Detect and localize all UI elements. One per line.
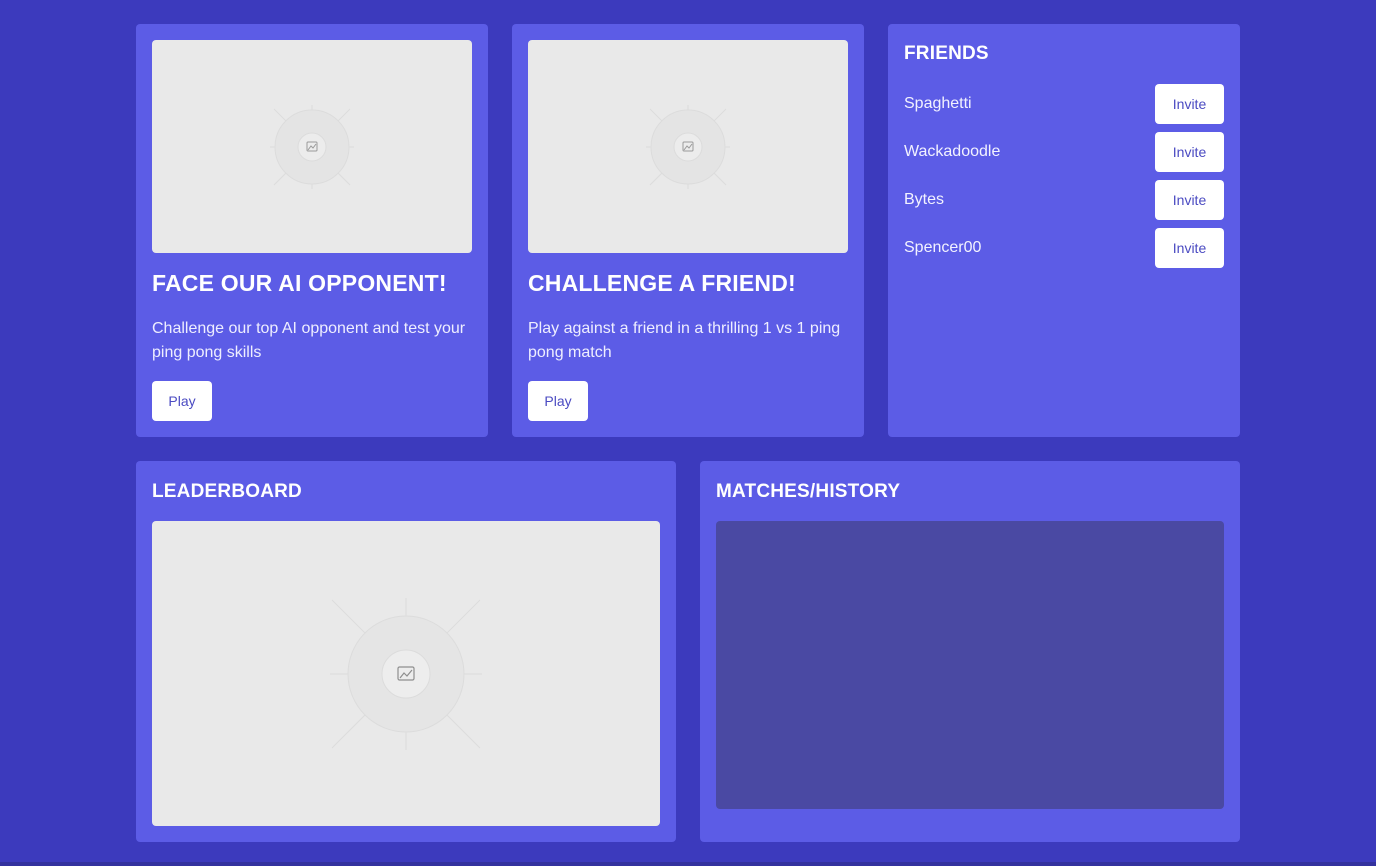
friend-name: Bytes bbox=[904, 191, 945, 208]
leaderboard-image bbox=[152, 521, 660, 826]
friend-name: Spaghetti bbox=[904, 95, 972, 112]
image-icon bbox=[270, 105, 354, 189]
leaderboard-card: LEADERBOARD bbox=[136, 461, 676, 842]
ai-opponent-description: Challenge our top AI opponent and test y… bbox=[152, 320, 466, 361]
friend-play-button[interactable]: Play bbox=[528, 381, 588, 421]
dashboard-page: FACE OUR AI OPPONENT! Challenge our top … bbox=[0, 0, 1376, 866]
challenge-friend-description: Play against a friend in a thrilling 1 v… bbox=[528, 320, 841, 361]
image-icon bbox=[646, 105, 730, 189]
friends-card: FRIENDS Spaghetti Invite Wackadoodle Inv… bbox=[888, 24, 1240, 437]
invite-button[interactable]: Invite bbox=[1155, 180, 1224, 220]
ai-play-button[interactable]: Play bbox=[152, 381, 212, 421]
invite-button[interactable]: Invite bbox=[1155, 228, 1224, 268]
invite-button[interactable]: Invite bbox=[1155, 84, 1224, 124]
image-icon bbox=[330, 598, 482, 750]
friend-name: Wackadoodle bbox=[904, 143, 1001, 160]
history-card: MATCHES/HISTORY bbox=[700, 461, 1240, 842]
challenge-friend-image bbox=[528, 40, 848, 253]
friend-name: Spencer00 bbox=[904, 239, 982, 256]
challenge-friend-card: CHALLENGE A FRIEND! Play against a frien… bbox=[512, 24, 864, 437]
bottom-edge bbox=[0, 862, 1376, 866]
history-panel bbox=[716, 521, 1224, 809]
invite-button[interactable]: Invite bbox=[1155, 132, 1224, 172]
history-title: MATCHES/HISTORY bbox=[716, 481, 901, 502]
ai-opponent-card: FACE OUR AI OPPONENT! Challenge our top … bbox=[136, 24, 488, 437]
leaderboard-title: LEADERBOARD bbox=[152, 481, 302, 502]
ai-opponent-title: FACE OUR AI OPPONENT! bbox=[152, 270, 447, 296]
challenge-friend-title: CHALLENGE A FRIEND! bbox=[528, 270, 796, 296]
friends-title: FRIENDS bbox=[904, 43, 989, 64]
ai-opponent-image bbox=[152, 40, 472, 253]
